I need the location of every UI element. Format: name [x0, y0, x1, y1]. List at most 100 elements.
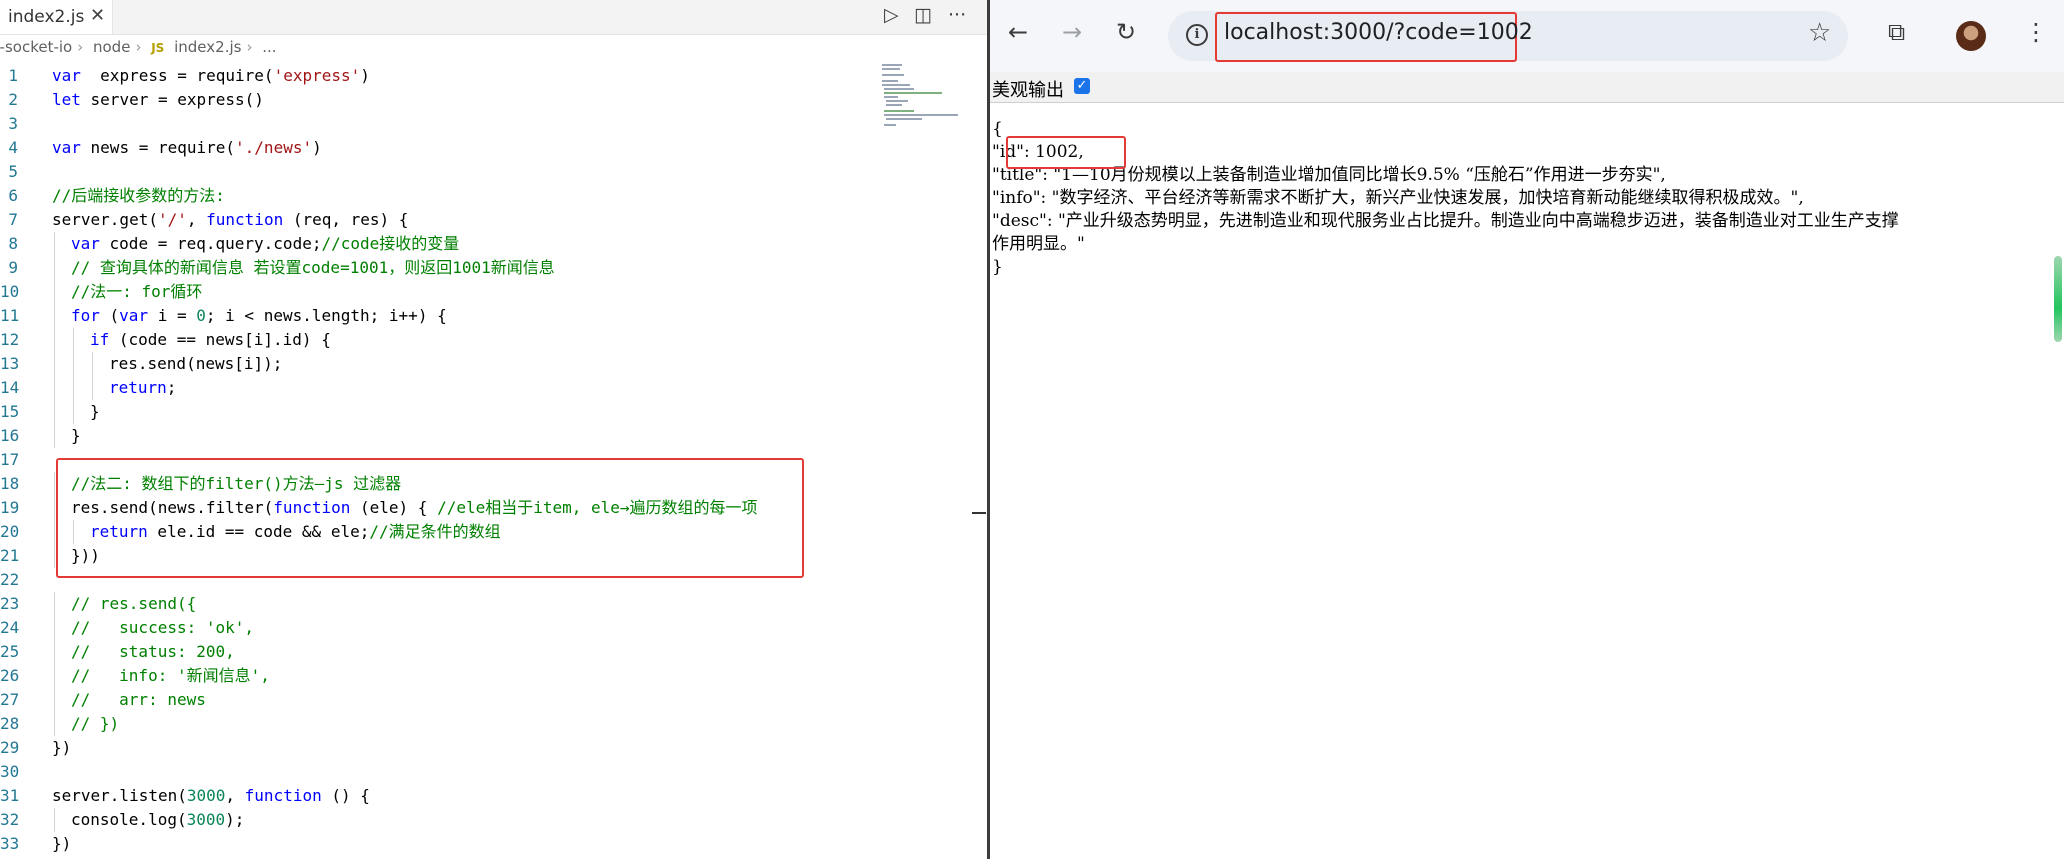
code-text: // arr: news	[71, 690, 206, 709]
indent-guide	[92, 352, 93, 376]
indent-guide	[54, 256, 55, 280]
indent-guide	[54, 328, 55, 352]
indent-guide	[54, 472, 55, 496]
code-text: // info: '新闻信息',	[71, 666, 270, 685]
code-text: }	[90, 402, 100, 421]
line-number: 10	[0, 282, 20, 301]
site-info-icon[interactable]: i	[1186, 24, 1208, 46]
line-number: 12	[0, 330, 20, 349]
pretty-print-bar	[990, 72, 2064, 103]
tab-index2-js[interactable]: index2.js ✕	[0, 0, 113, 34]
line-number: 17	[0, 450, 20, 469]
code-text: })	[52, 738, 72, 757]
indent-guide	[54, 232, 55, 256]
menu-icon[interactable]: ⋮	[2024, 18, 2048, 46]
line-number: 25	[0, 642, 20, 661]
line-number: 4	[8, 138, 18, 157]
line-number: 16	[0, 426, 20, 445]
line-number: 29	[0, 738, 20, 757]
line-number: 14	[0, 378, 20, 397]
indent-guide	[54, 640, 55, 664]
code-text: // success: 'ok',	[71, 618, 255, 637]
indent-guide	[73, 328, 74, 352]
pretty-print-checkbox[interactable]: ✓	[1074, 78, 1090, 94]
line-number: 18	[0, 474, 20, 493]
line-number: 32	[0, 810, 20, 829]
code-text: server.get('/', function (req, res) {	[52, 210, 409, 229]
forward-icon[interactable]: →	[1062, 18, 1082, 46]
javascript-file-icon: JS	[151, 41, 165, 55]
indent-guide	[54, 424, 55, 448]
code-editor[interactable]: index2.js ✕ ▷ ◫ ··· 6-socket-io› node› J…	[0, 0, 987, 859]
breadcrumb-file[interactable]: index2.js	[174, 38, 241, 56]
code-text: if (code == news[i].id) {	[90, 330, 331, 349]
pretty-print-label: 美观输出	[992, 80, 1064, 101]
indent-guide	[54, 808, 55, 832]
editor-scrollbar[interactable]	[972, 512, 986, 514]
split-editor-icon[interactable]: ◫	[914, 4, 932, 26]
breadcrumb-more[interactable]: ...	[262, 38, 276, 56]
line-number: 2	[8, 90, 18, 109]
line-number: 30	[0, 762, 20, 781]
indent-guide	[54, 376, 55, 400]
indent-guide	[73, 376, 74, 400]
line-number: 3	[8, 114, 18, 133]
line-number: 1	[8, 66, 18, 85]
indent-guide	[73, 400, 74, 424]
code-text: // 查询具体的新闻信息 若设置code=1001，则返回1001新闻信息	[71, 258, 555, 277]
code-text: return;	[109, 378, 177, 397]
indent-guide	[54, 520, 55, 544]
code-text: console.log(3000);	[71, 810, 245, 829]
breadcrumb-folder[interactable]: 6-socket-io	[0, 38, 72, 56]
code-text: //法一: for循环	[71, 282, 203, 301]
code-text: var code = req.query.code;//code接收的变量	[71, 234, 460, 253]
line-number: 19	[0, 498, 20, 517]
code-text: // res.send({	[71, 594, 197, 613]
indent-guide	[54, 592, 55, 616]
indent-guide	[54, 712, 55, 736]
line-number: 15	[0, 402, 20, 421]
more-actions-icon[interactable]: ···	[948, 4, 966, 26]
line-number: 20	[0, 522, 20, 541]
json-line: "desc": "产业升级态势明显，先进制造业和现代服务业占比提升。制造业向中高…	[992, 211, 1899, 231]
line-number: 6	[8, 186, 18, 205]
line-number: 26	[0, 666, 20, 685]
breadcrumb-folder[interactable]: node	[93, 38, 130, 56]
line-number: 31	[0, 786, 20, 805]
browser-window: ← → ↻ i localhost:3000/?code=1002 ☆ ⧉ ⋮ …	[990, 0, 2064, 859]
run-icon[interactable]: ▷	[884, 4, 899, 26]
code-text: var news = require('./news')	[52, 138, 322, 157]
indent-guide	[54, 664, 55, 688]
back-icon[interactable]: ←	[1008, 18, 1028, 46]
line-number: 24	[0, 618, 20, 637]
editor-tab-bar: index2.js ✕ ▷ ◫ ···	[0, 0, 987, 35]
profile-avatar[interactable]	[1956, 21, 1986, 51]
bookmark-star-icon[interactable]: ☆	[1808, 18, 1831, 48]
code-text: var express = require('express')	[52, 66, 370, 85]
line-number: 33	[0, 834, 20, 853]
code-text: for (var i = 0; i < news.length; i++) {	[71, 306, 447, 325]
close-icon[interactable]: ✕	[90, 5, 105, 26]
code-text: })	[52, 834, 72, 853]
code-text: //后端接收参数的方法:	[52, 186, 225, 205]
json-line: "info": "数字经济、平台经济等新需求不断扩大，新兴产业快速发展，加快培育…	[992, 188, 1804, 208]
json-line: 作用明显。"	[992, 234, 1085, 254]
indent-guide	[54, 304, 55, 328]
line-number: 8	[8, 234, 18, 253]
indent-guide	[92, 376, 93, 400]
indent-guide	[54, 496, 55, 520]
editor-highlight-box	[56, 458, 804, 578]
breadcrumb: 6-socket-io› node› JS index2.js› ...	[0, 38, 282, 62]
code-text: }	[71, 426, 81, 445]
json-line: }	[992, 257, 1003, 277]
browser-toolbar: ← → ↻ i localhost:3000/?code=1002 ☆ ⧉ ⋮	[990, 0, 2064, 72]
indent-guide	[54, 544, 55, 568]
browser-scrollbar[interactable]	[2054, 256, 2062, 342]
minimap[interactable]	[880, 62, 960, 132]
line-number: 7	[8, 210, 18, 229]
code-text: // status: 200,	[71, 642, 235, 661]
extensions-icon[interactable]: ⧉	[1888, 18, 1905, 46]
reload-icon[interactable]: ↻	[1116, 18, 1136, 46]
code-text: res.send(news[i]);	[109, 354, 283, 373]
url-text[interactable]: localhost:3000/?code=1002	[1224, 20, 1533, 45]
